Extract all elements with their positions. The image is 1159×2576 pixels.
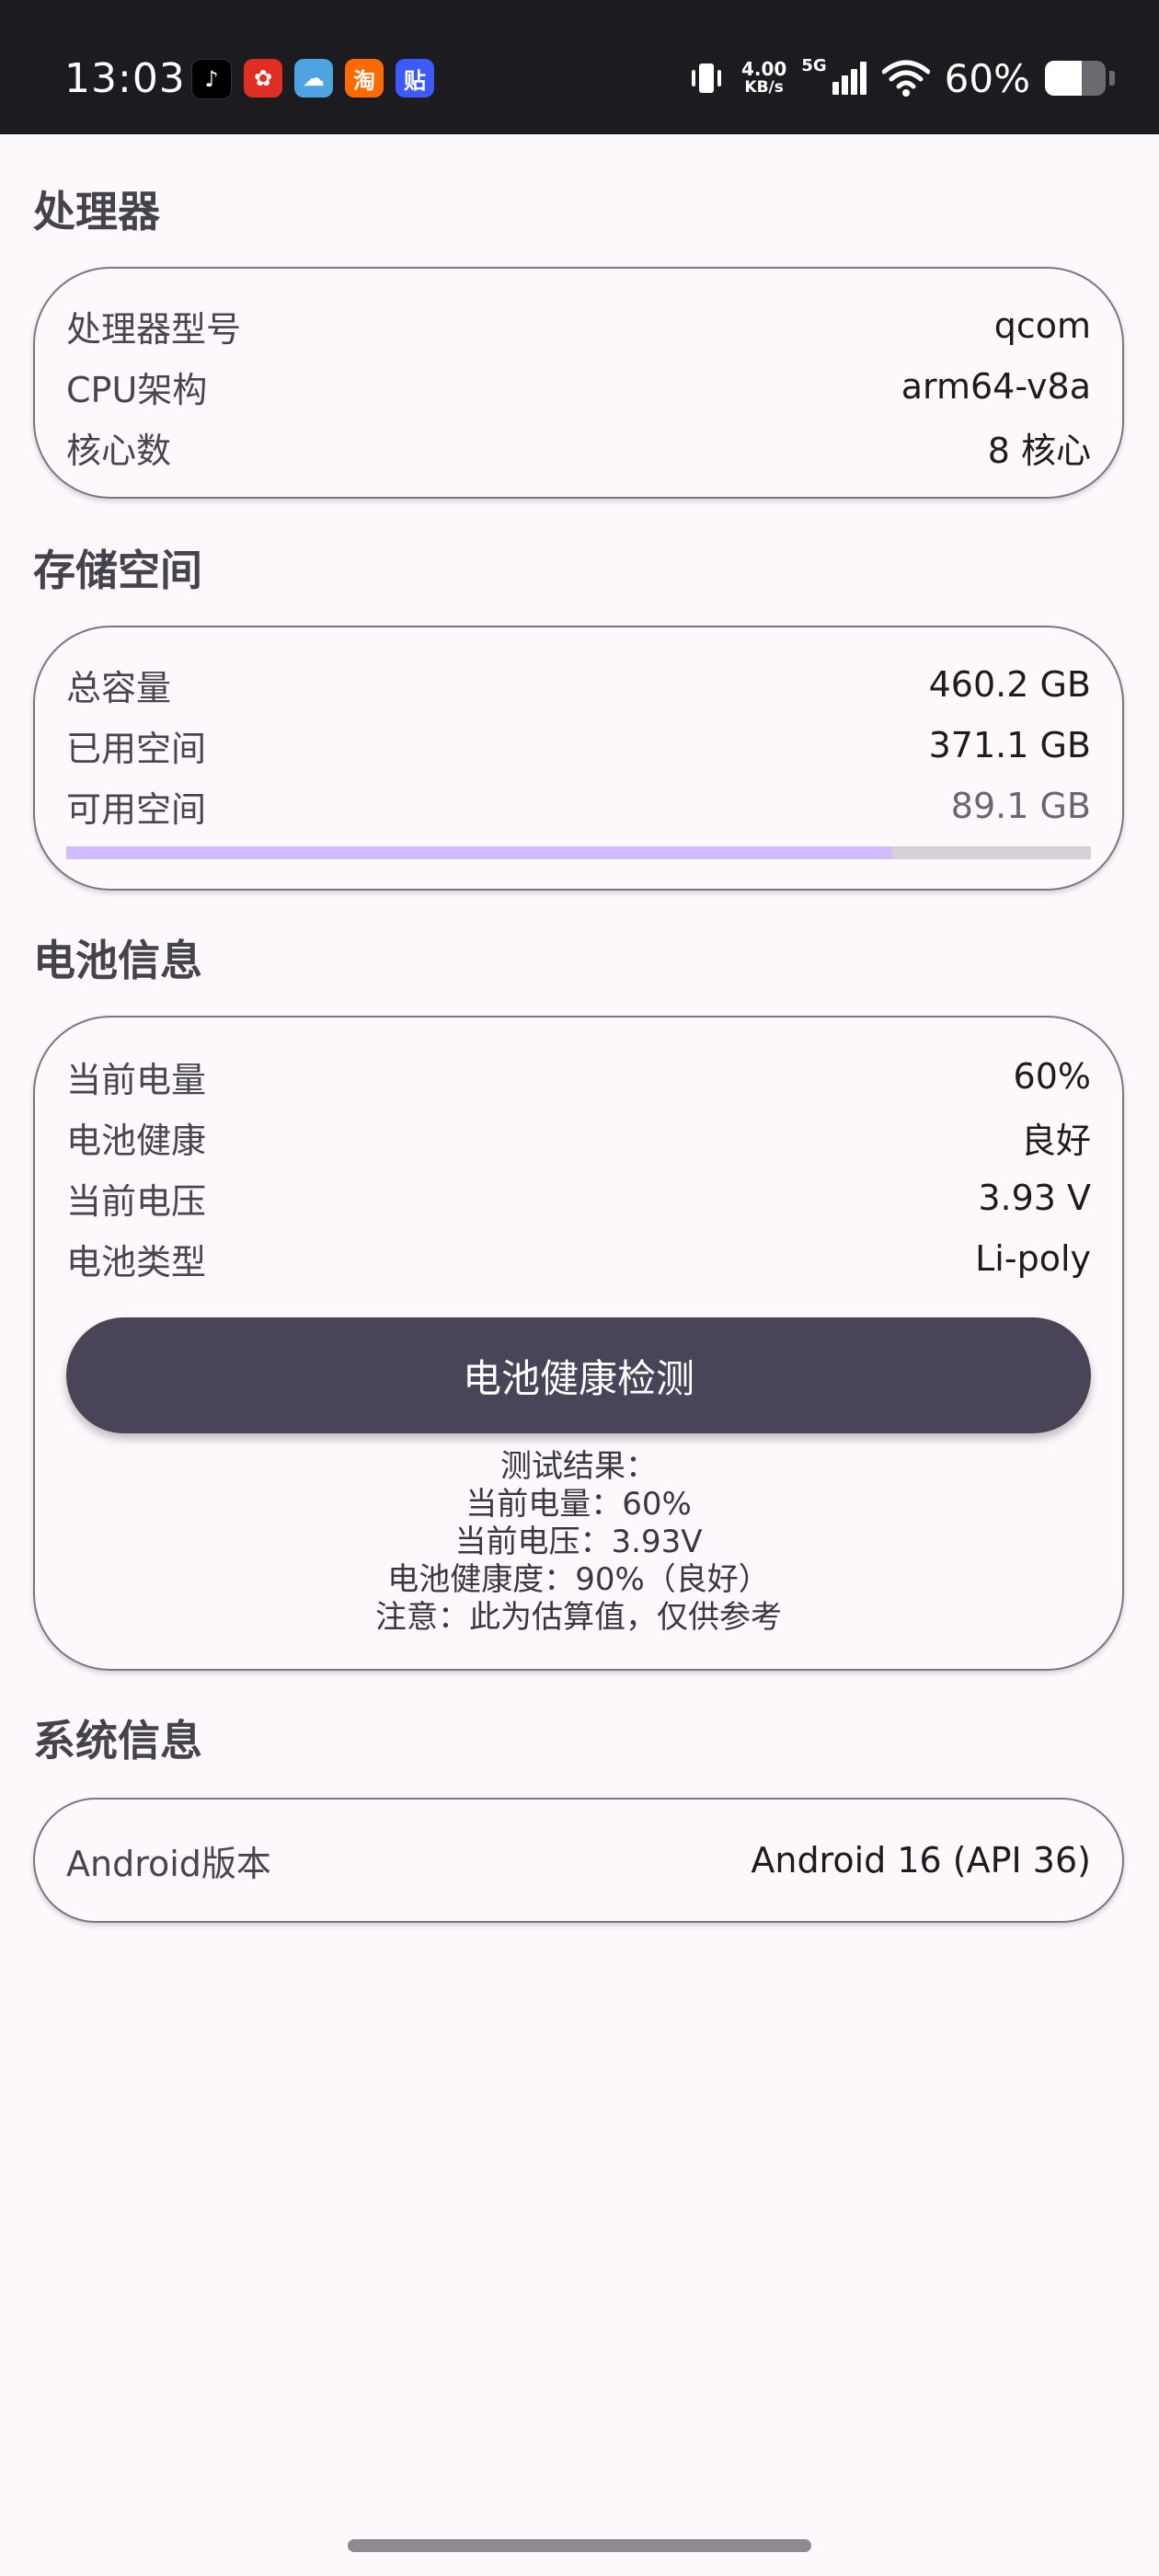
total-capacity-row: 总容量 460.2 GB xyxy=(66,659,1091,710)
row-value: 3.93 V xyxy=(978,1178,1091,1218)
battery-health-test-button[interactable]: 电池健康检测 xyxy=(66,1317,1091,1433)
battery-section-title: 电池信息 xyxy=(33,936,202,985)
row-value: Android 16 (API 36) xyxy=(751,1840,1091,1880)
row-value: 89.1 GB xyxy=(950,786,1091,826)
test-result-line: 测试结果： xyxy=(500,1448,657,1485)
storage-usage-bar xyxy=(66,846,1091,859)
free-space-row: 可用空间 89.1 GB xyxy=(66,780,1091,832)
storage-card: 总容量 460.2 GB 已用空间 371.1 GB 可用空间 89.1 GB xyxy=(33,626,1124,891)
processor-model-row: 处理器型号 qcom xyxy=(66,300,1091,351)
battery-cap xyxy=(1109,71,1115,86)
row-value: 371.1 GB xyxy=(928,725,1091,765)
battery-health-row: 电池健康 良好 xyxy=(66,1111,1091,1163)
row-value: Li-poly xyxy=(975,1238,1091,1279)
row-label: CPU架构 xyxy=(66,369,208,410)
network-generation: 5G xyxy=(801,55,827,75)
row-label: 当前电压 xyxy=(66,1180,207,1222)
status-indicators: 4.00 KB/s 5G 60% xyxy=(686,52,1115,105)
cloud-app-icon: ☁ xyxy=(294,59,333,98)
battery-level-fill xyxy=(1045,61,1082,96)
row-label: 电池健康 xyxy=(66,1120,207,1161)
row-label: Android版本 xyxy=(66,1843,271,1884)
processor-section-title: 处理器 xyxy=(33,187,160,236)
status-time: 13:03 xyxy=(64,55,186,102)
row-label: 已用空间 xyxy=(66,728,207,769)
row-value: 60% xyxy=(1013,1056,1091,1097)
battery-type-row: 电池类型 Li-poly xyxy=(66,1233,1091,1284)
used-space-row: 已用空间 371.1 GB xyxy=(66,719,1091,771)
home-indicator[interactable] xyxy=(348,2539,811,2552)
row-value: qcom xyxy=(993,305,1091,346)
row-label: 电池类型 xyxy=(66,1241,207,1282)
test-result-line: 当前电压：3.93V xyxy=(454,1524,703,1560)
row-value: 良好 xyxy=(1020,1120,1091,1161)
system-card: Android版本 Android 16 (API 36) xyxy=(33,1798,1124,1923)
processor-card: 处理器型号 qcom CPU架构 arm64-v8a 核心数 8 核心 xyxy=(33,267,1124,499)
row-value: arm64-v8a xyxy=(901,366,1091,407)
battery-icon xyxy=(1045,61,1106,96)
battery-card: 当前电量 60% 电池健康 良好 当前电压 3.93 V 电池类型 Li-pol… xyxy=(33,1016,1124,1671)
pinduoduo-icon: ✿ xyxy=(244,59,282,98)
row-label: 总容量 xyxy=(66,667,172,708)
battery-test-results: 测试结果： 当前电量：60% 当前电压：3.93V 电池健康度：90%（良好） … xyxy=(35,1448,1122,1637)
notification-app-icons: ♪ ✿ ☁ 淘 贴 xyxy=(191,59,434,99)
network-speed-value: 4.00 xyxy=(740,58,787,80)
row-label: 核心数 xyxy=(66,430,172,471)
test-result-line: 注意：此为估算值，仅供参考 xyxy=(375,1599,782,1636)
network-speed-unit: KB/s xyxy=(744,78,784,97)
row-label: 处理器型号 xyxy=(66,308,242,350)
row-value: 460.2 GB xyxy=(928,664,1091,705)
battery-level-row: 当前电量 60% xyxy=(66,1051,1091,1102)
row-label: 当前电量 xyxy=(66,1059,207,1100)
signal-icon xyxy=(832,62,866,95)
vibrate-icon xyxy=(691,63,721,93)
battery-voltage-row: 当前电压 3.93 V xyxy=(66,1172,1091,1224)
tieba-icon: 贴 xyxy=(396,59,434,98)
test-result-line: 电池健康度：90%（良好） xyxy=(387,1561,770,1598)
row-value: 8 核心 xyxy=(987,430,1091,471)
cpu-arch-row: CPU架构 arm64-v8a xyxy=(66,361,1091,412)
taobao-icon: 淘 xyxy=(345,59,384,98)
core-count-row: 核心数 8 核心 xyxy=(66,421,1091,473)
storage-usage-fill xyxy=(66,846,892,859)
android-version-row: Android版本 Android 16 (API 36) xyxy=(66,1834,1091,1886)
status-bar: 13:03 ♪ ✿ ☁ 淘 贴 4.00 KB/s 5G 60% xyxy=(0,0,1159,134)
system-section-title: 系统信息 xyxy=(33,1716,202,1765)
storage-section-title: 存储空间 xyxy=(33,546,202,595)
wifi-icon xyxy=(881,60,930,97)
tiktok-icon: ♪ xyxy=(191,59,232,99)
test-result-line: 当前电量：60% xyxy=(465,1486,692,1523)
network-speed: 4.00 KB/s xyxy=(741,60,786,97)
battery-percent-label: 60% xyxy=(944,55,1030,101)
row-label: 可用空间 xyxy=(66,788,207,830)
